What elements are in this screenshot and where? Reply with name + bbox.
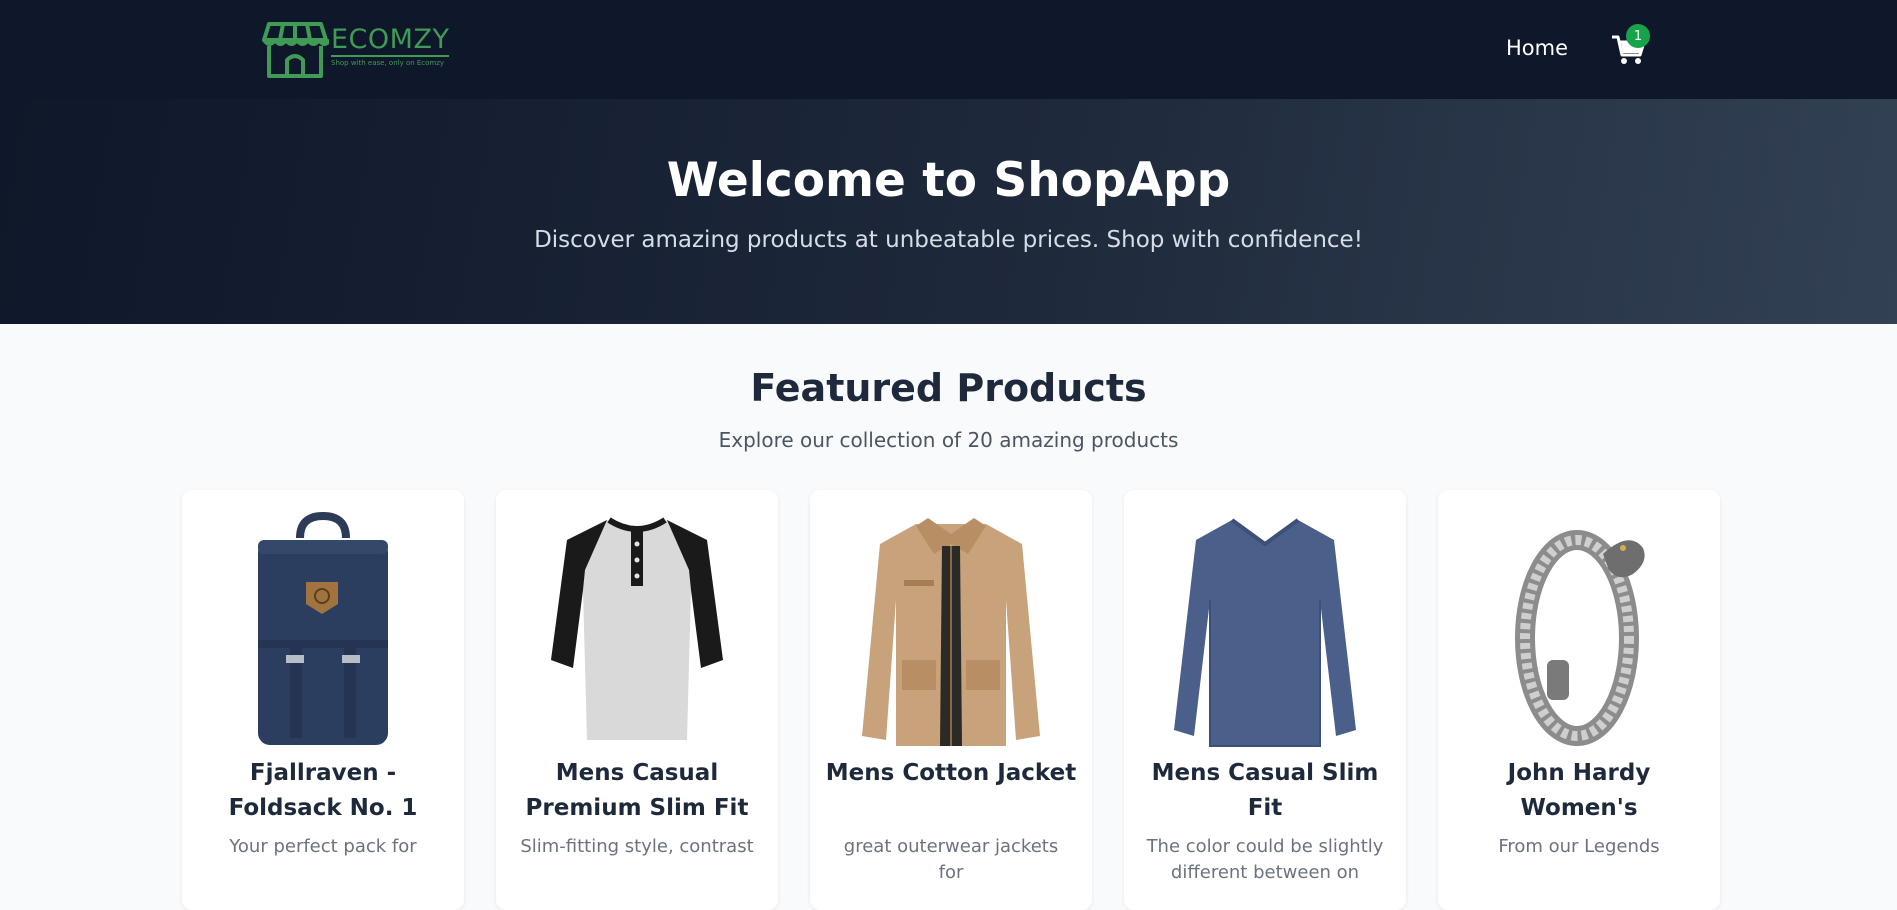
product-image[interactable]: [1124, 490, 1406, 756]
product-title[interactable]: John Hardy Women's Legends…: [1452, 756, 1706, 826]
cotton-jacket-image: [862, 518, 1040, 746]
hero-title: Welcome to ShopApp: [666, 153, 1231, 208]
brand-tagline: Shop with ease, only on Ecomzy: [331, 59, 445, 67]
hero-subtitle: Discover amazing products at unbeatable …: [534, 227, 1363, 253]
product-description: The color could be slightly different be…: [1146, 836, 1384, 883]
cart-count-badge: 1: [1626, 24, 1650, 48]
product-title[interactable]: Mens Cotton Jacket: [824, 756, 1078, 826]
product-title[interactable]: Mens Casual Premium Slim Fit T-…: [510, 756, 764, 826]
product-image[interactable]: [1438, 490, 1720, 756]
product-description: Your perfect pack for: [229, 836, 417, 857]
product-card[interactable]: Mens Cotton Jacket great outerwear jacke…: [810, 490, 1092, 910]
product-description: Slim-fitting style, contrast: [520, 836, 754, 857]
storefront-icon: [262, 22, 329, 78]
navbar: ECOMZY Shop with ease, only on Ecomzy Ho…: [0, 0, 1897, 99]
brand-logo[interactable]: ECOMZY Shop with ease, only on Ecomzy: [261, 18, 450, 80]
product-image[interactable]: [496, 490, 778, 756]
product-card[interactable]: Mens Casual Premium Slim Fit T-… Slim-fi…: [496, 490, 778, 910]
henley-shirt-image: [551, 517, 723, 740]
hero-banner: Welcome to ShopApp Discover amazing prod…: [0, 99, 1897, 324]
backpack-image: [258, 511, 388, 745]
product-card[interactable]: John Hardy Women's Legends… From our Leg…: [1438, 490, 1720, 910]
product-image[interactable]: [182, 490, 464, 756]
featured-section: Featured Products Explore our collection…: [0, 324, 1897, 452]
product-title[interactable]: Fjallraven - Foldsack No. 1 Backpack, Fi…: [196, 756, 450, 826]
product-card[interactable]: Mens Casual Slim Fit The color could be …: [1124, 490, 1406, 910]
chain-bracelet-image: [1515, 530, 1645, 746]
featured-title: Featured Products: [750, 366, 1147, 410]
product-description: From our Legends: [1498, 836, 1660, 857]
product-title[interactable]: Mens Casual Slim Fit: [1138, 756, 1392, 826]
product-image[interactable]: [810, 490, 1092, 756]
product-grid: Fjallraven - Foldsack No. 1 Backpack, Fi…: [182, 490, 1720, 910]
long-sleeve-tee-image: [1174, 518, 1356, 747]
featured-subtitle: Explore our collection of 20 amazing pro…: [718, 428, 1179, 452]
nav-home-link[interactable]: Home: [1506, 36, 1568, 60]
product-card[interactable]: Fjallraven - Foldsack No. 1 Backpack, Fi…: [182, 490, 464, 910]
brand-name: ECOMZY: [331, 24, 450, 57]
brand-wordmark: ECOMZY Shop with ease, only on Ecomzy: [331, 24, 450, 67]
product-description: great outerwear jackets for Spring/Autum…: [843, 836, 1059, 883]
